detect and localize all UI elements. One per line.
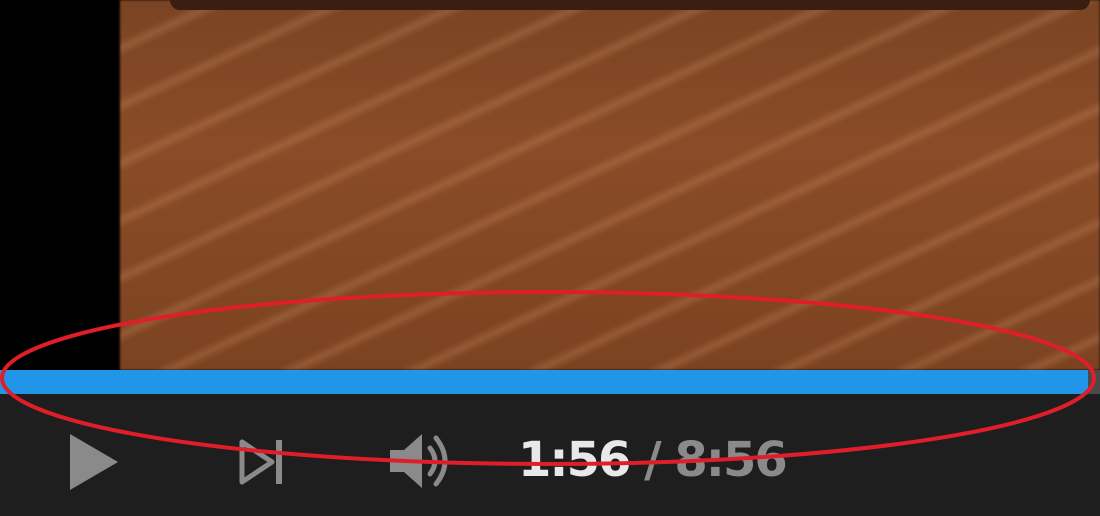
video-area[interactable] (0, 0, 1100, 370)
next-button[interactable] (232, 434, 292, 490)
current-time: 1:56 (518, 432, 631, 488)
video-frame-shadow (170, 0, 1090, 10)
player-controls: 1:56 / 8:56 (0, 394, 1100, 516)
volume-icon (390, 434, 448, 488)
play-icon (70, 434, 118, 490)
progress-fill (0, 370, 1088, 394)
skip-next-icon (239, 439, 282, 485)
duration-time: 8:56 (674, 432, 787, 488)
video-frame (120, 0, 1100, 370)
time-display: 1:56 / 8:56 (518, 432, 788, 488)
progress-bar[interactable] (0, 370, 1100, 394)
time-separator: / (644, 432, 661, 488)
volume-button[interactable] (384, 428, 456, 494)
play-button[interactable] (60, 430, 124, 494)
